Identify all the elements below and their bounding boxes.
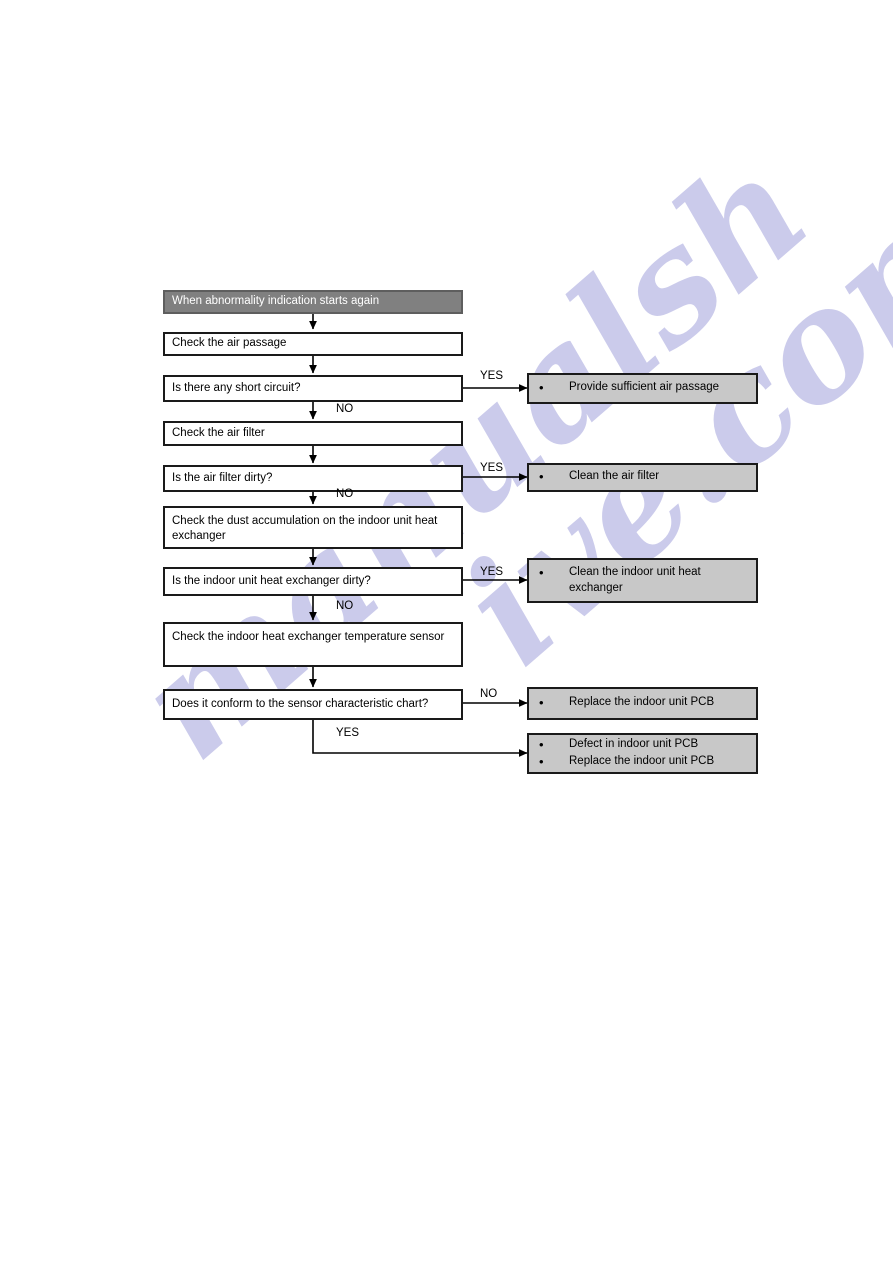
- flow-node-heat-exchanger-dirty-question-label: Is the indoor unit heat exchanger dirty?: [172, 574, 371, 587]
- flow-action-provide-air-passage: • Provide sufficient air passage: [527, 373, 758, 404]
- flow-node-check-temperature-sensor: Check the indoor heat exchanger temperat…: [163, 622, 463, 667]
- list-item: • Provide sufficient air passage: [539, 380, 756, 396]
- flow-node-sensor-chart-question-label: Does it conform to the sensor characteri…: [172, 697, 429, 710]
- bullet-icon: •: [539, 737, 544, 753]
- flow-node-check-air-passage-label: Check the air passage: [172, 337, 287, 350]
- flow-action-replace-pcb: • Replace the indoor unit PCB: [527, 687, 758, 720]
- flow-node-check-air-filter: Check the air filter: [163, 421, 463, 446]
- edge-label-dec3-yes: YES: [480, 566, 504, 578]
- flow-action-defect-pcb-item-1: Replace the indoor unit PCB: [569, 754, 715, 767]
- bullet-icon: •: [539, 469, 544, 485]
- flow-node-air-filter-dirty-question-label: Is the air filter dirty?: [172, 471, 273, 484]
- flow-node-check-air-filter-label: Check the air filter: [172, 426, 265, 439]
- edge-label-dec2-yes: YES: [480, 462, 504, 474]
- list-item: • Replace the indoor unit PCB: [539, 695, 756, 711]
- bullet-icon: •: [539, 565, 544, 581]
- edge-label-dec1-no: NO: [336, 403, 354, 415]
- flow-node-heat-exchanger-dirty-question: Is the indoor unit heat exchanger dirty?: [163, 567, 463, 596]
- list-item: • Replace the indoor unit PCB: [539, 754, 756, 770]
- flow-action-clean-heat-exchanger: • Clean the indoor unit heat exchanger: [527, 558, 758, 603]
- list-item: • Defect in indoor unit PCB: [539, 737, 756, 753]
- flow-node-sensor-chart-question: Does it conform to the sensor characteri…: [163, 689, 463, 720]
- flow-action-provide-air-passage-item-0: Provide sufficient air passage: [569, 381, 720, 394]
- flow-node-short-circuit-question-label: Is there any short circuit?: [172, 381, 301, 394]
- flow-action-defect-pcb-list: • Defect in indoor unit PCB • Replace th…: [529, 737, 756, 770]
- flow-node-short-circuit-question: Is there any short circuit?: [163, 375, 463, 402]
- flow-action-clean-heat-exchanger-list: • Clean the indoor unit heat exchanger: [529, 565, 756, 595]
- flow-node-check-temperature-sensor-label: Check the indoor heat exchanger temperat…: [172, 631, 445, 643]
- flow-action-clean-air-filter: • Clean the air filter: [527, 463, 758, 492]
- flowchart: When abnormality indication starts again…: [0, 0, 893, 1263]
- flow-node-check-dust-accumulation: Check the dust accumulation on the indoo…: [163, 506, 463, 549]
- edge-label-dec1-yes: YES: [480, 370, 504, 382]
- flow-node-check-dust-accumulation-label: Check the dust accumulation on the indoo…: [172, 515, 438, 543]
- flow-action-replace-pcb-list: • Replace the indoor unit PCB: [529, 695, 756, 711]
- flow-action-defect-pcb-item-0: Defect in indoor unit PCB: [569, 738, 699, 751]
- flow-action-provide-air-passage-list: • Provide sufficient air passage: [529, 380, 756, 396]
- list-item: • Clean the air filter: [539, 469, 756, 485]
- bullet-icon: •: [539, 753, 544, 769]
- flow-node-check-air-passage: Check the air passage: [163, 332, 463, 356]
- edge-label-dec4-yes: YES: [336, 727, 360, 739]
- flow-action-clean-air-filter-list: • Clean the air filter: [529, 469, 756, 485]
- flow-action-replace-pcb-item-0: Replace the indoor unit PCB: [569, 696, 715, 709]
- flow-node-air-filter-dirty-question: Is the air filter dirty?: [163, 465, 463, 492]
- flow-node-start-label: When abnormality indication starts again: [172, 295, 380, 308]
- bullet-icon: •: [539, 695, 544, 711]
- page-canvas: manualsh ive.com When abnormality indica…: [0, 0, 893, 1263]
- edge-label-dec2-no: NO: [336, 488, 354, 500]
- flow-action-clean-air-filter-item-0: Clean the air filter: [569, 470, 660, 483]
- bullet-icon: •: [539, 380, 544, 396]
- edge-label-dec4-no: NO: [480, 688, 498, 700]
- list-item: • Clean the indoor unit heat exchanger: [539, 565, 756, 595]
- edge-label-dec3-no: NO: [336, 600, 354, 612]
- flow-action-clean-heat-exchanger-item-0: Clean the indoor unit heat exchanger: [569, 566, 701, 594]
- flow-action-defect-pcb: • Defect in indoor unit PCB • Replace th…: [527, 733, 758, 774]
- flow-node-start: When abnormality indication starts again: [163, 290, 463, 314]
